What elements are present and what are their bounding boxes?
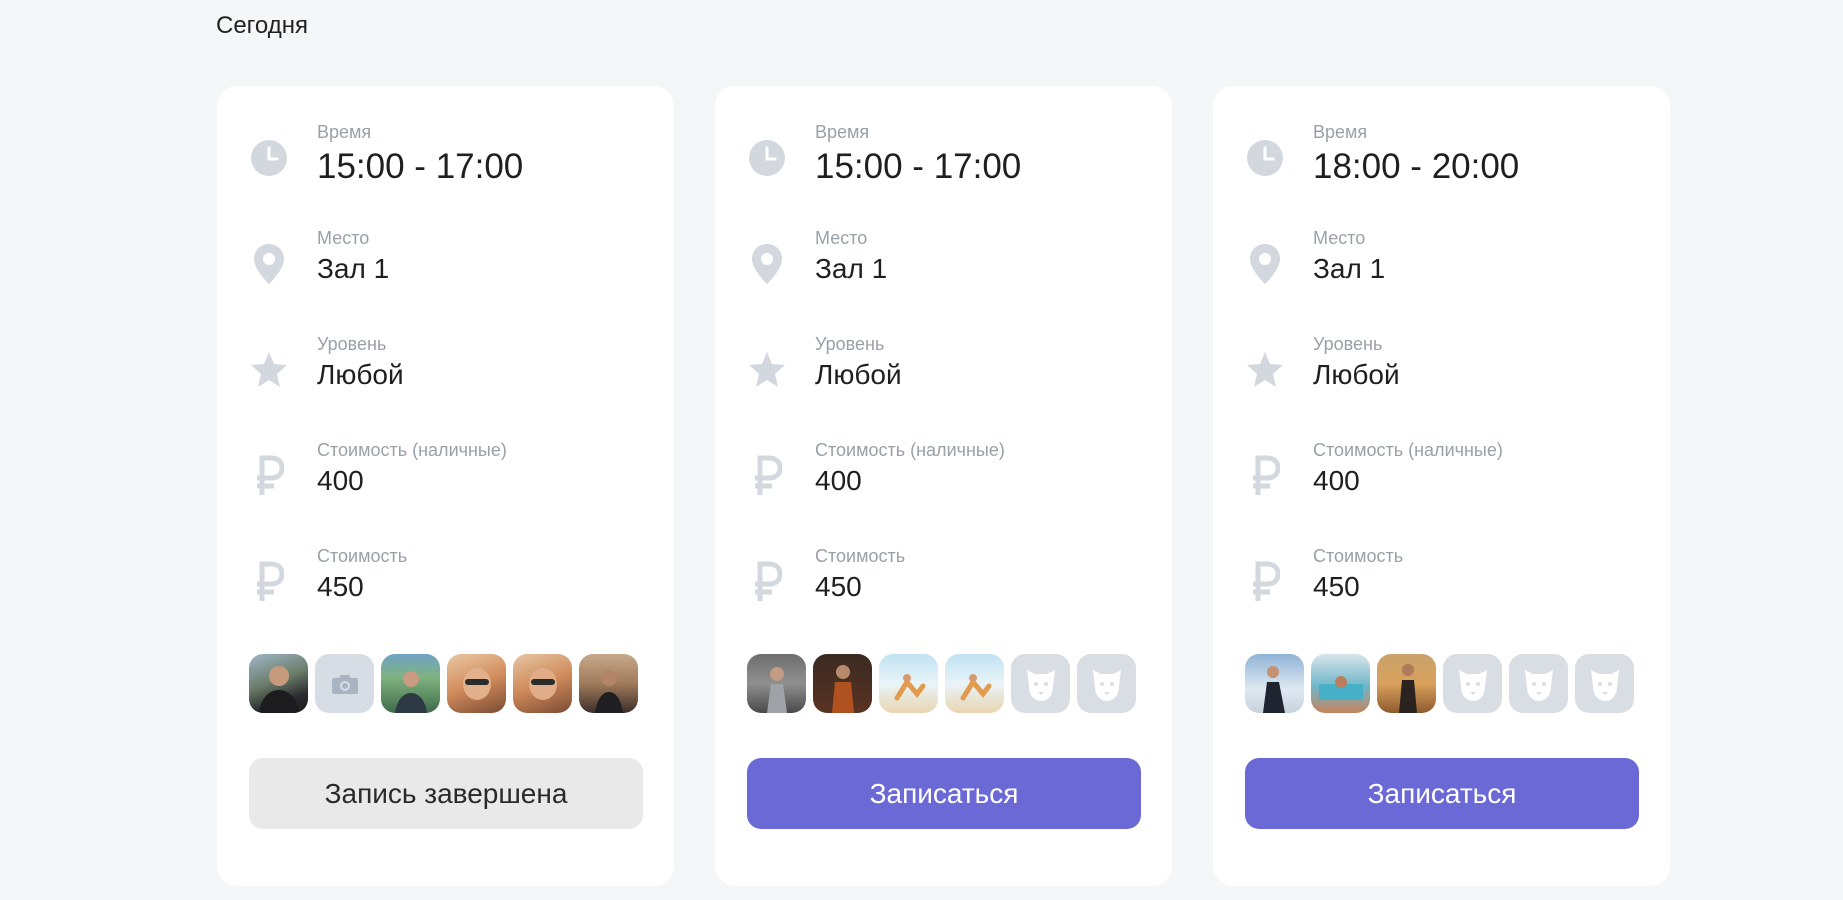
cost-label: Стоимость (815, 546, 906, 566)
avatar[interactable] (447, 654, 506, 713)
level-label: Уровень (815, 334, 885, 354)
avatar[interactable] (1311, 654, 1370, 713)
cost-value: 450 (815, 571, 862, 602)
avatar[interactable] (579, 654, 638, 713)
cost-label: Стоимость (317, 546, 408, 566)
sign-up-button[interactable]: Записаться (747, 758, 1141, 829)
time-label: Время (1313, 122, 1368, 142)
avatar[interactable] (1077, 654, 1136, 713)
avatar[interactable] (945, 654, 1004, 713)
time-value: 18:00 - 20:00 (1313, 147, 1520, 186)
location-pin-icon (1245, 244, 1285, 284)
ruble-icon (747, 455, 787, 496)
avatar[interactable] (1011, 654, 1070, 713)
star-icon (1245, 350, 1285, 390)
cost-label: Стоимость (1313, 546, 1404, 566)
time-label: Время (815, 122, 870, 142)
place-label: Место (317, 228, 370, 248)
dog-placeholder-icon (1026, 669, 1055, 701)
avatar[interactable] (1245, 654, 1304, 713)
section-title: Сегодня (216, 12, 308, 39)
cost-row: Стоимость 450 (1245, 546, 1639, 652)
time-value: 15:00 - 17:00 (317, 147, 524, 186)
time-row: Время 18:00 - 20:00 (1245, 122, 1639, 228)
place-value: Зал 1 (815, 253, 888, 284)
avatar[interactable] (879, 654, 938, 713)
camera-icon (331, 674, 358, 694)
avatar[interactable] (381, 654, 440, 713)
session-card: Время 18:00 - 20:00 Место Зал 1 Уровень … (1213, 86, 1670, 886)
registration-closed-button[interactable]: Запись завершена (249, 758, 643, 829)
avatar[interactable] (813, 654, 872, 713)
time-row: Время 15:00 - 17:00 (747, 122, 1141, 228)
dog-placeholder-icon (1458, 669, 1487, 701)
cost-cash-value: 400 (815, 465, 862, 496)
clock-icon (1245, 138, 1285, 178)
dog-placeholder-icon (1092, 669, 1121, 701)
clock-icon (747, 138, 787, 178)
avatar[interactable] (1575, 654, 1634, 713)
schedule-cards: Время 15:00 - 17:00 Место Зал 1 Уровень … (217, 86, 1670, 886)
cost-row: Стоимость 450 (249, 546, 643, 652)
dog-placeholder-icon (1524, 669, 1553, 701)
ruble-icon (1245, 561, 1285, 602)
level-row: Уровень Любой (249, 334, 643, 440)
place-value: Зал 1 (317, 253, 390, 284)
cost-row: Стоимость 450 (747, 546, 1141, 652)
level-value: Любой (1313, 359, 1400, 390)
star-icon (747, 350, 787, 390)
level-label: Уровень (317, 334, 387, 354)
level-value: Любой (815, 359, 902, 390)
time-value: 15:00 - 17:00 (815, 147, 1022, 186)
avatar[interactable] (1443, 654, 1502, 713)
ruble-icon (249, 561, 289, 602)
cost-cash-label: Стоимость (наличные) (815, 440, 1005, 460)
cost-cash-label: Стоимость (наличные) (1313, 440, 1503, 460)
place-label: Место (1313, 228, 1366, 248)
star-icon (249, 350, 289, 390)
cost-cash-value: 400 (317, 465, 364, 496)
avatar[interactable] (1377, 654, 1436, 713)
participants-avatars (1245, 654, 1639, 713)
ruble-icon (1245, 455, 1285, 496)
cost-value: 450 (317, 571, 364, 602)
place-row: Место Зал 1 (747, 228, 1141, 334)
level-value: Любой (317, 359, 404, 390)
avatar[interactable] (315, 654, 374, 713)
location-pin-icon (747, 244, 787, 284)
time-row: Время 15:00 - 17:00 (249, 122, 643, 228)
avatar[interactable] (1509, 654, 1568, 713)
level-row: Уровень Любой (747, 334, 1141, 440)
cost-cash-row: Стоимость (наличные) 400 (747, 440, 1141, 546)
place-value: Зал 1 (1313, 253, 1386, 284)
ruble-icon (249, 455, 289, 496)
avatar[interactable] (513, 654, 572, 713)
participants-avatars (249, 654, 643, 713)
cost-cash-label: Стоимость (наличные) (317, 440, 507, 460)
time-label: Время (317, 122, 372, 142)
cost-value: 450 (1313, 571, 1360, 602)
cost-cash-value: 400 (1313, 465, 1360, 496)
place-row: Место Зал 1 (1245, 228, 1639, 334)
ruble-icon (747, 561, 787, 602)
session-card: Время 15:00 - 17:00 Место Зал 1 Уровень … (715, 86, 1172, 886)
level-row: Уровень Любой (1245, 334, 1639, 440)
level-label: Уровень (1313, 334, 1383, 354)
avatar[interactable] (747, 654, 806, 713)
avatar[interactable] (249, 654, 308, 713)
cost-cash-row: Стоимость (наличные) 400 (1245, 440, 1639, 546)
cost-cash-row: Стоимость (наличные) 400 (249, 440, 643, 546)
sign-up-button[interactable]: Записаться (1245, 758, 1639, 829)
place-label: Место (815, 228, 868, 248)
participants-avatars (747, 654, 1141, 713)
location-pin-icon (249, 244, 289, 284)
dog-placeholder-icon (1590, 669, 1619, 701)
clock-icon (249, 138, 289, 178)
place-row: Место Зал 1 (249, 228, 643, 334)
session-card: Время 15:00 - 17:00 Место Зал 1 Уровень … (217, 86, 674, 886)
